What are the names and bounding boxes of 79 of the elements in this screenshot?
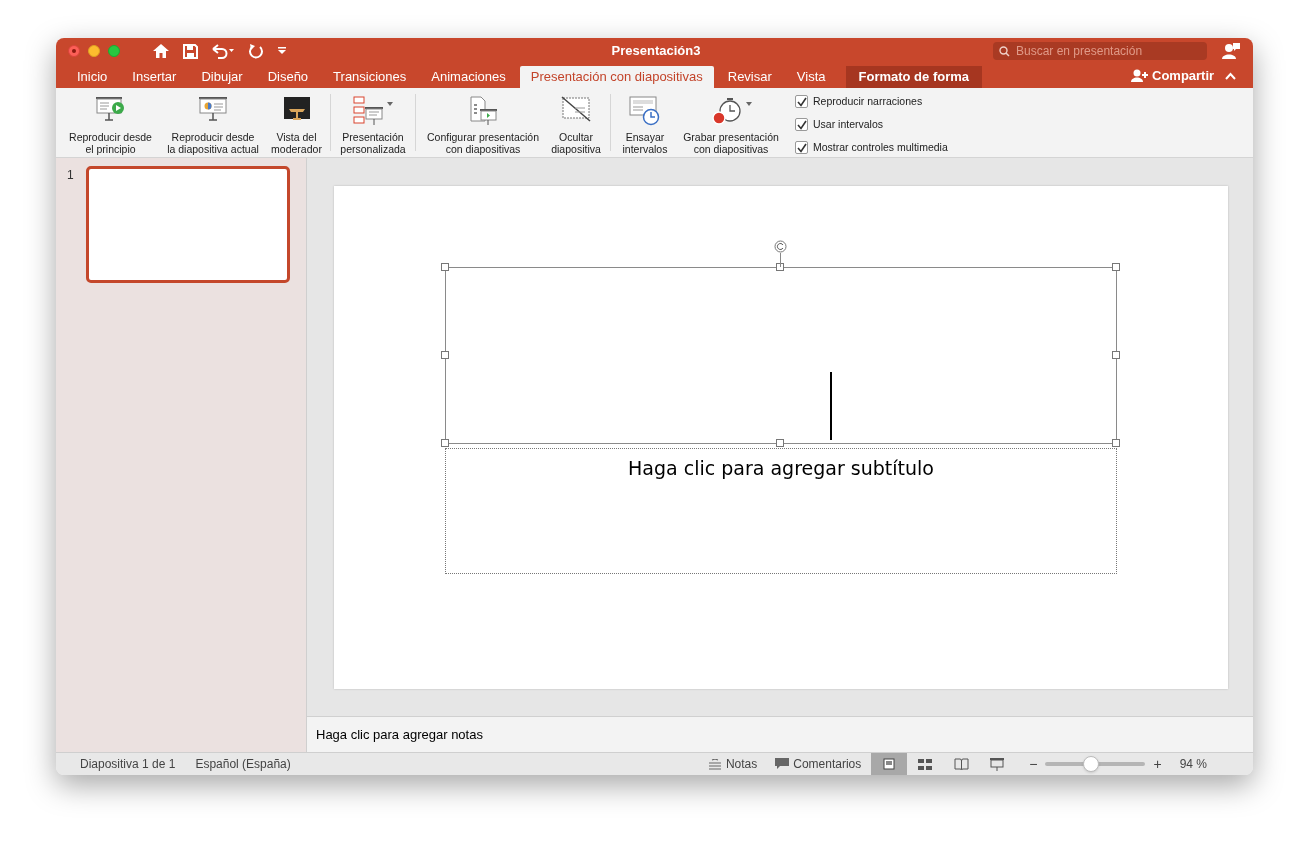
close-icon[interactable] [68, 45, 80, 57]
comments-button[interactable]: Comentarios [775, 755, 862, 773]
resize-handle[interactable] [1112, 439, 1120, 447]
search-icon [999, 45, 1010, 57]
ribbon-tab[interactable]: Inicio [66, 66, 119, 88]
collapse-ribbon-icon[interactable] [1225, 72, 1236, 80]
ribbon-tab[interactable]: Diseño [256, 66, 320, 88]
record-timer-icon [710, 96, 744, 126]
undo-icon[interactable] [211, 43, 235, 59]
ribbon-button[interactable]: Presentación personalizada [335, 88, 411, 157]
resize-handle[interactable] [441, 263, 449, 271]
ribbon-button[interactable]: Reproducir desde la diapositiva actual [159, 88, 267, 157]
ribbon-tab[interactable]: Vista [785, 66, 837, 88]
slide-counter: Diapositiva 1 de 1 [80, 756, 176, 773]
ribbon-button[interactable]: Configurar presentación con diapositivas [420, 88, 546, 157]
subtitle-placeholder-text: Haga clic para agregar subtítulo [628, 456, 934, 481]
checkmark-icon [796, 142, 807, 153]
language-indicator[interactable]: Español (España) [195, 755, 291, 773]
notes-pane[interactable]: Haga clic para agregar notas [307, 716, 1253, 752]
notes-icon [707, 758, 722, 770]
resize-handle[interactable] [1112, 351, 1120, 359]
share-button[interactable]: Compartir [1131, 66, 1215, 86]
ribbon-button[interactable]: Ensayar intervalos [615, 88, 675, 157]
ribbon-tab[interactable]: Dibujar [190, 66, 254, 88]
checkbox-option[interactable]: Usar intervalos [795, 116, 948, 133]
slide-thumbnail[interactable] [86, 166, 290, 283]
custom-show-icon [353, 96, 385, 126]
minimize-icon[interactable] [88, 45, 100, 57]
zoom-percentage[interactable]: 94 % [1179, 755, 1207, 773]
resize-handle[interactable] [776, 263, 784, 271]
zoom-slider[interactable] [1045, 756, 1146, 772]
resize-handle[interactable] [776, 439, 784, 447]
home-icon[interactable] [152, 43, 170, 59]
rehearse-timing-icon [629, 96, 661, 126]
checkbox-option[interactable]: Reproducir narraciones [795, 93, 948, 110]
user-feedback-icon[interactable] [1221, 42, 1241, 60]
add-person-icon [1131, 69, 1149, 83]
projector-play-icon [94, 96, 127, 122]
comment-icon [775, 758, 790, 770]
normal-view-icon [883, 758, 896, 770]
ribbon-button[interactable]: Ocultar diapositiva [546, 88, 606, 157]
slideshow-view-icon [990, 757, 1005, 771]
projector-chart-icon [198, 96, 228, 122]
save-icon[interactable] [183, 43, 198, 59]
resize-handle[interactable] [441, 439, 449, 447]
subtitle-placeholder[interactable]: Haga clic para agregar subtítulo [445, 448, 1117, 574]
presenter-lectern-icon [282, 96, 311, 122]
ribbon-button[interactable]: Reproducir desde el principio [62, 88, 159, 157]
ribbon-tab[interactable]: Formato de forma [845, 66, 982, 88]
ribbon-tab[interactable]: Transiciones [322, 66, 418, 88]
zoom-in-button[interactable]: + [1153, 753, 1162, 775]
hidden-slide-icon [561, 96, 591, 122]
customize-icon[interactable] [277, 46, 287, 56]
book-view-icon [953, 758, 969, 770]
notes-button[interactable]: Notas [707, 755, 758, 773]
resize-handle[interactable] [441, 351, 449, 359]
resize-handle[interactable] [1112, 263, 1120, 271]
slide-number: 1 [67, 167, 75, 184]
rotate-handle-icon[interactable] [774, 240, 787, 253]
notes-placeholder: Haga clic para agregar notas [316, 725, 483, 744]
slide-setup-icon [468, 96, 498, 126]
ribbon-button[interactable]: Grabar presentación con diapositivas [675, 88, 787, 157]
checkbox-option[interactable]: Mostrar controles multimedia [795, 139, 948, 156]
zoom-out-button[interactable]: − [1029, 753, 1038, 775]
ribbon-tab[interactable]: Revisar [716, 66, 783, 88]
ribbon-tab[interactable]: Presentación con diapositivas [519, 66, 714, 88]
ribbon-tab[interactable]: Insertar [121, 66, 188, 88]
ribbon-tab[interactable]: Animaciones [420, 66, 517, 88]
slider-thumb[interactable] [1083, 756, 1100, 772]
redo-icon[interactable] [248, 42, 264, 60]
search-field[interactable]: Buscar en presentación [993, 42, 1207, 60]
checkmark-icon [796, 96, 807, 107]
grid-view-icon [918, 758, 933, 770]
checkmark-icon [796, 119, 807, 130]
maximize-icon[interactable] [108, 45, 120, 57]
text-cursor [830, 372, 832, 440]
ribbon-button[interactable]: Vista del moderador [267, 88, 326, 157]
view-button[interactable] [871, 753, 908, 775]
window-title: Presentación3 [610, 42, 702, 61]
